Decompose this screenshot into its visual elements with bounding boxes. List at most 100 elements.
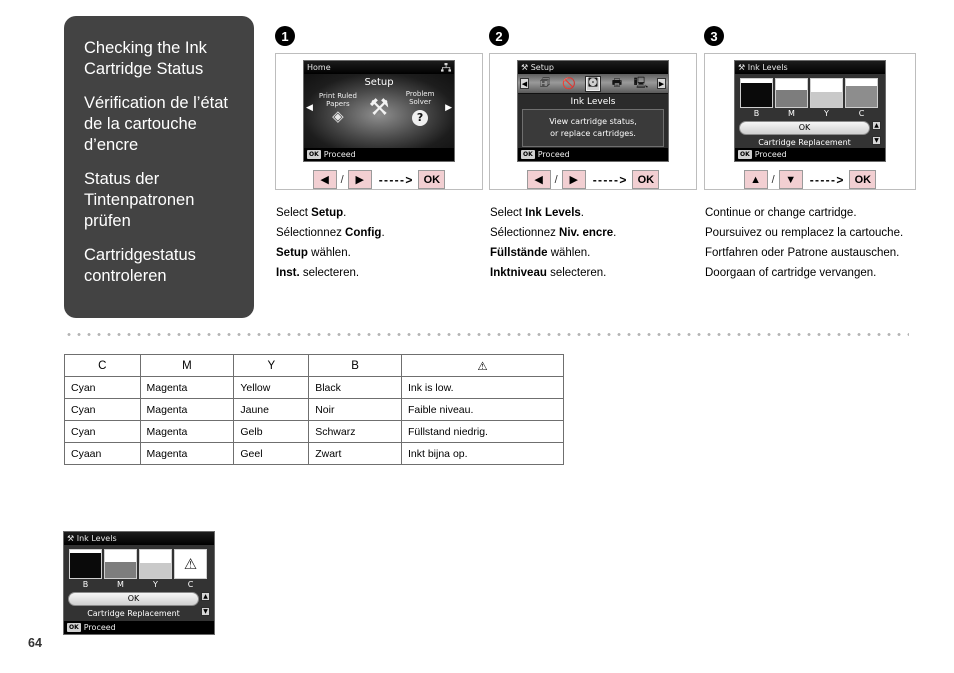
ok-key[interactable]: OK (418, 170, 446, 189)
table-cell: Geel (233, 442, 310, 465)
ok-key[interactable]: OK (632, 170, 660, 189)
lcd-title-text: ⚒ Ink Levels (738, 61, 788, 74)
instruction-line-2: Sélectionnez Niv. encre. (490, 227, 617, 239)
instruction-emphasis: Ink Levels (525, 207, 581, 219)
cartridge-replacement-menu-item[interactable]: Cartridge Replacement (739, 138, 870, 147)
strip-right-arrow-icon[interactable]: ▶ (657, 78, 666, 89)
cartridge-label: B (82, 580, 89, 589)
table-cell: Schwarz (308, 420, 402, 443)
step-3-panel: ⚒ Ink Levels B M Y C OK Cartridge Replaceme… (704, 53, 916, 190)
instruction-line-3: Setup wählen. (276, 247, 351, 259)
scroll-down-icon[interactable]: ▼ (872, 136, 881, 145)
instruction-line-4: Doorgaan of cartridge vervangen. (705, 267, 877, 279)
footer-proceed-text: Proceed (754, 150, 787, 159)
network-icon-svg (441, 63, 451, 72)
paper-settings-icon[interactable]: 🗊 (537, 76, 553, 92)
scroll-up-icon[interactable]: ▲ (201, 592, 210, 601)
scrollbar[interactable]: ▲ ▼ (201, 592, 210, 618)
right-arrow-key[interactable]: ▶ (561, 170, 586, 189)
cartridge-level-gauge (740, 78, 773, 108)
table-cell: Füllstand niedrig. (401, 420, 564, 443)
step-2-key-row: ◀ / ▶ - - - - - > OK (526, 170, 660, 189)
carousel-left-arrow-icon[interactable]: ◀ (306, 103, 313, 113)
table-header-m: M (139, 354, 235, 377)
home-prev-group[interactable]: ◀ Print Ruled Papers ◈ (306, 92, 362, 124)
step-3-instructions: Continue or change cartridge. Poursuivez … (705, 205, 910, 285)
ok-menu-item[interactable]: OK (739, 121, 870, 135)
table-row: Cyaan Magenta Geel Zwart Inkt bijna op. (64, 442, 564, 465)
ruled-papers-icon: ◈ (332, 106, 344, 125)
language-headings-panel: Checking the Ink Cartridge Status Vérifi… (64, 16, 254, 318)
table-header-c: C (64, 354, 141, 377)
step-badge-1: 1 (275, 26, 295, 46)
left-arrow-key[interactable]: ◀ (526, 170, 551, 189)
cartridge-level-gauge: ⚠ (174, 549, 207, 579)
table-cell: Magenta (139, 442, 235, 465)
table-cell: Cyaan (64, 442, 141, 465)
ink-color-table: C M Y B ⚠ Cyan Magenta Yellow Black Ink is low. C… (64, 354, 564, 465)
table-cell: Jaune (233, 398, 310, 421)
table-cell: Cyan (64, 420, 141, 443)
table-cell: Faible niveau. (401, 398, 564, 421)
cartridge-m: M (775, 78, 808, 118)
scroll-down-icon[interactable]: ▼ (201, 607, 210, 616)
cartridge-level-gauge (775, 78, 808, 108)
footer-ok-chip: OK (738, 150, 752, 159)
ink-menu: OK Cartridge Replacement ▲ ▼ (64, 592, 214, 618)
table-cell: Magenta (139, 398, 235, 421)
left-arrow-key[interactable]: ◀ (312, 170, 337, 189)
lcd-footer-bar: OK Proceed (304, 148, 454, 161)
home-next-item[interactable]: Problem Solver ? (396, 90, 444, 126)
strip-left-arrow-icon[interactable]: ◀ (520, 78, 529, 89)
menu-description: View cartridge status, or replace cartri… (522, 109, 664, 147)
footer-proceed-text: Proceed (323, 150, 356, 159)
ok-key[interactable]: OK (849, 170, 877, 189)
footer-ok-chip: OK (67, 623, 81, 632)
instruction-line-2: Sélectionnez Config. (276, 227, 385, 239)
flow-arrow: - - - - - > (809, 172, 844, 187)
scrollbar[interactable]: ▲ ▼ (872, 121, 881, 147)
page-number: 64 (28, 636, 42, 650)
cartridge-fill (140, 563, 171, 578)
table-cell: Cyan (64, 398, 141, 421)
carousel-right-arrow-icon[interactable]: ▶ (445, 103, 452, 113)
cartridge-row: B M Y ⚠ C (64, 545, 214, 589)
lcd-screen-ink-levels: ⚒ Ink Levels B M Y C OK Cartridge Replaceme… (734, 60, 886, 162)
home-current-item[interactable]: ⚒ (362, 95, 396, 121)
step-3: 3 ⚒ Ink Levels B M Y C OK Cartridge Replace… (704, 26, 916, 190)
table-header-row: C M Y B ⚠ (64, 354, 564, 377)
instruction-line-1: Continue or change cartridge. (705, 207, 857, 219)
ok-menu-item[interactable]: OK (68, 592, 199, 606)
cartridge-label: Y (153, 580, 158, 589)
cartridge-y: Y (139, 549, 172, 589)
printer-icon[interactable]: 🖶 (609, 76, 625, 92)
cartridge-label: B (753, 109, 760, 118)
cartridge-m: M (104, 549, 137, 589)
lcd-titlebar: ⚒ Ink Levels (64, 532, 214, 545)
right-arrow-key[interactable]: ▶ (347, 170, 372, 189)
cartridge-b: B (740, 78, 773, 118)
cancel-icon[interactable]: 🚫 (561, 76, 577, 92)
scroll-up-icon[interactable]: ▲ (872, 121, 881, 130)
maintenance-icon[interactable]: 🖳 (633, 76, 649, 92)
key-separator: / (554, 173, 558, 186)
ink-menu-items: OK Cartridge Replacement (739, 121, 870, 147)
ink-levels-icon[interactable]: 🖸 (585, 75, 601, 92)
up-arrow-key[interactable]: ▲ (743, 170, 768, 189)
description-line-1: View cartridge status, (549, 117, 637, 126)
cartridge-b: B (69, 549, 102, 589)
table-cell: Magenta (139, 420, 235, 443)
footer-proceed-text: Proceed (83, 623, 116, 632)
cartridge-fill (846, 86, 877, 107)
lcd-screen-ink-levels-warning: ⚒ Ink Levels B M Y ⚠ C OK Cartridge Replacem… (63, 531, 215, 635)
lcd-screen-setup-menu: ⚒ Setup ◀ 🗊 🚫 🖸 🖶 🖳 ▶ Ink Levels View ca… (517, 60, 669, 162)
down-arrow-key[interactable]: ▼ (778, 170, 803, 189)
heading-english: Checking the Ink Cartridge Status (84, 39, 207, 78)
home-next-group[interactable]: Problem Solver ? ▶ (396, 90, 452, 126)
home-prev-item[interactable]: Print Ruled Papers ◈ (314, 92, 362, 124)
flow-arrow: - - - - - > (378, 172, 413, 187)
cartridge-replacement-menu-item[interactable]: Cartridge Replacement (68, 609, 199, 618)
home-carousel: ◀ Print Ruled Papers ◈ ⚒ Problem Solver … (304, 90, 454, 126)
instruction-emphasis: Setup (311, 207, 344, 219)
setup-tools-icon: ⚒ (67, 534, 77, 543)
